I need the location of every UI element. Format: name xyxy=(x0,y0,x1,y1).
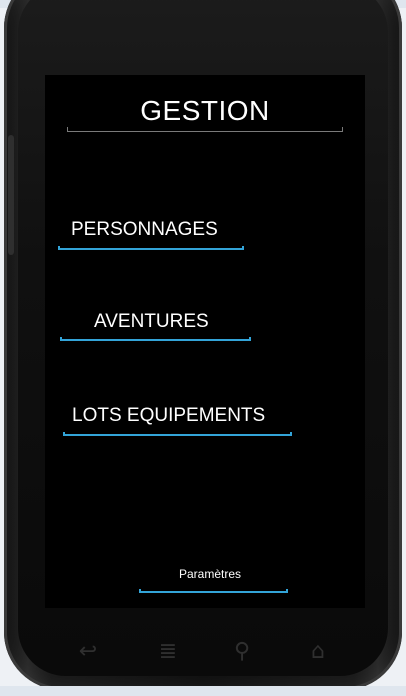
parametres-underline xyxy=(139,589,288,593)
title-divider xyxy=(67,127,343,132)
volume-key xyxy=(8,135,14,255)
device-nav-bar: ↩ ≣ ⚲ ⌂ xyxy=(45,630,365,676)
aventures-button-label: AVENTURES xyxy=(94,311,209,332)
bottom-strip xyxy=(0,686,406,696)
home-icon[interactable]: ⌂ xyxy=(301,638,335,666)
lots-equipements-underline xyxy=(63,432,292,436)
aventures-underline xyxy=(60,337,251,341)
page: GESTION PERSONNAGES AVENTURES LOTS EQUIP… xyxy=(0,0,406,696)
page-title: GESTION xyxy=(140,95,270,126)
personnages-button-label: PERSONNAGES xyxy=(71,219,218,240)
back-icon[interactable]: ↩ xyxy=(71,638,105,666)
lots-equipements-button-label: LOTS EQUIPEMENTS xyxy=(72,405,266,426)
app-screen: GESTION PERSONNAGES AVENTURES LOTS EQUIP… xyxy=(45,75,365,608)
personnages-button[interactable]: PERSONNAGES xyxy=(58,219,244,250)
menu-icon[interactable]: ≣ xyxy=(151,638,185,666)
lots-equipements-button[interactable]: LOTS EQUIPEMENTS xyxy=(63,405,292,436)
parametres-button[interactable]: Paramètres xyxy=(139,566,288,593)
parametres-button-label: Paramètres xyxy=(179,567,242,581)
aventures-button[interactable]: AVENTURES xyxy=(60,311,251,341)
personnages-underline xyxy=(58,246,244,250)
search-icon[interactable]: ⚲ xyxy=(225,638,259,666)
